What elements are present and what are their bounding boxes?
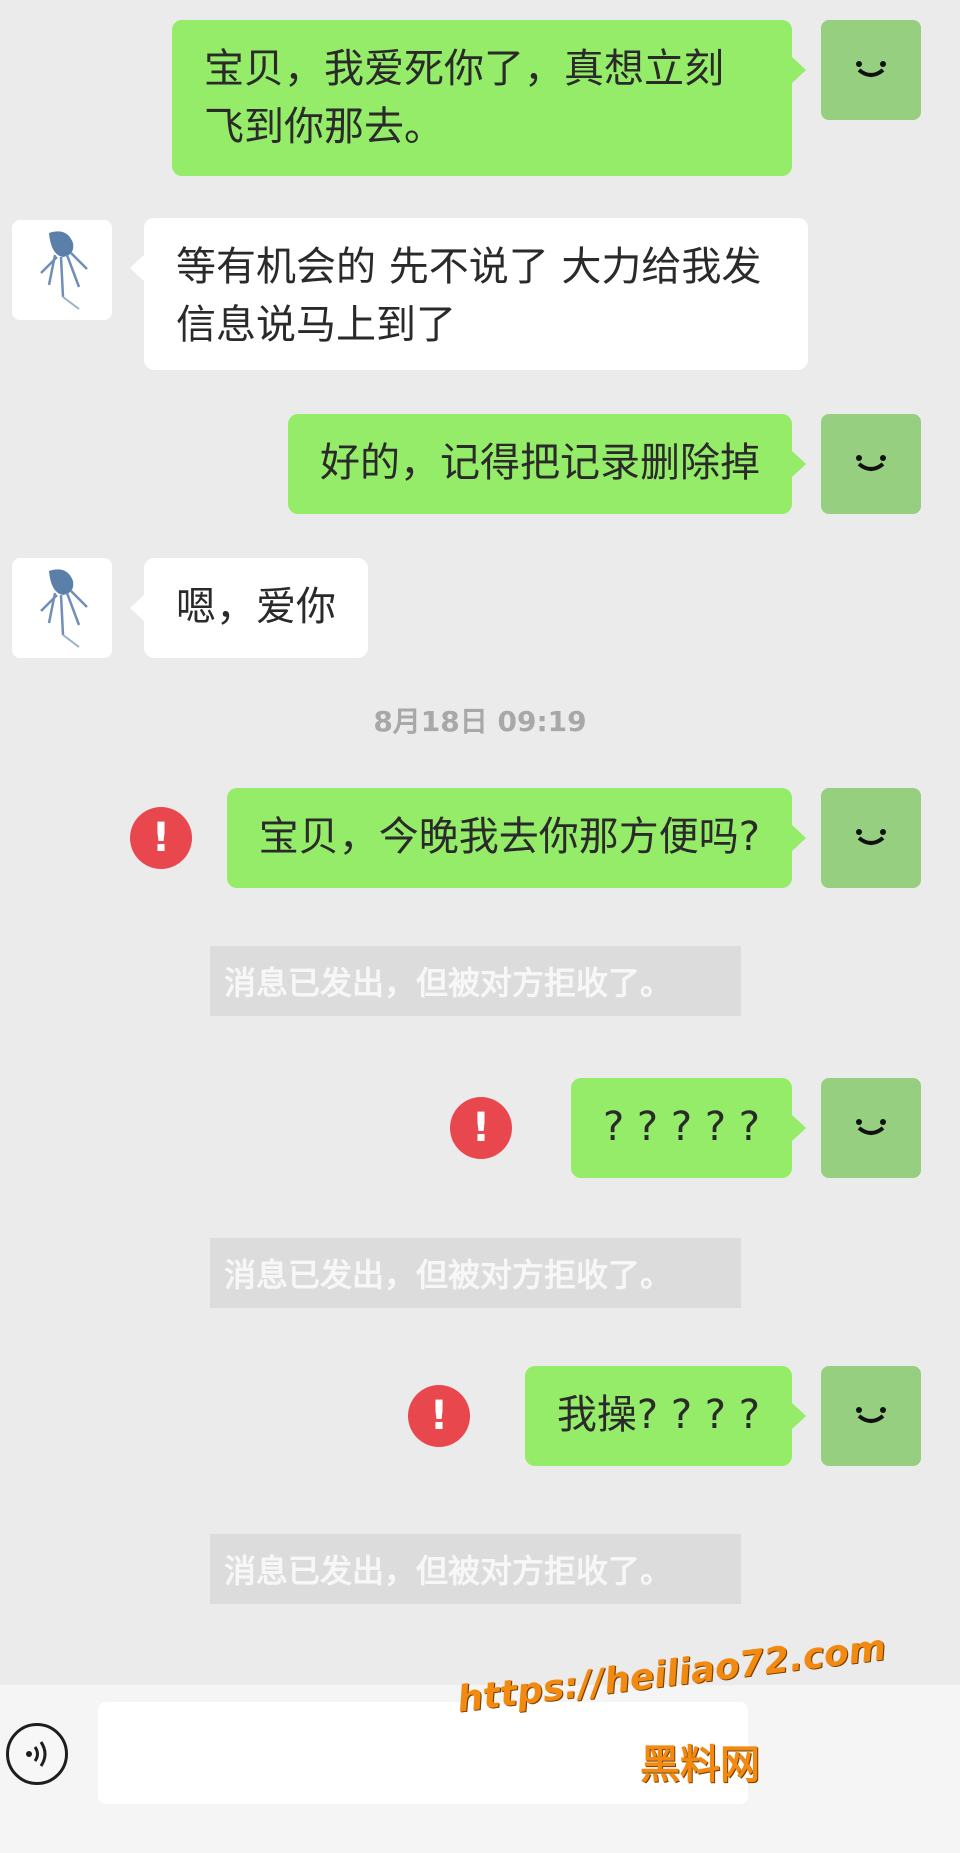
smile-face-icon xyxy=(856,1119,886,1135)
message-bubble[interactable]: 宝贝，我爱死你了，真想立刻飞到你那去。 xyxy=(172,20,806,176)
message-bubble[interactable]: 好的，记得把记录删除掉 xyxy=(288,414,806,514)
contact-avatar[interactable] xyxy=(12,220,112,320)
error-mark: ! xyxy=(151,815,171,861)
error-mark: ! xyxy=(429,1393,449,1439)
message-bubble[interactable]: 宝贝，今晚我去你那方便吗? xyxy=(226,788,807,888)
my-avatar[interactable] xyxy=(821,1078,921,1178)
voice-input-icon xyxy=(26,1741,47,1767)
message-bubble[interactable]: 等有机会的 先不说了 大力给我发信息说马上到了 xyxy=(130,218,808,370)
exclamation-icon[interactable]: ! xyxy=(450,1097,512,1159)
message-bubble[interactable]: 我操? ? ? ? xyxy=(524,1366,807,1466)
chat-area: 宝贝，我爱死你了，真想立刻飞到你那去。 等有机会的 先不说了 大力给我发信息说马… xyxy=(0,0,960,1685)
smile-face-icon xyxy=(856,455,886,471)
jellyfish-avatar-icon xyxy=(40,231,88,310)
jellyfish-avatar-icon xyxy=(40,569,88,648)
rejected-notice: 消息已发出，但被对方拒收了。 xyxy=(210,1534,741,1604)
contact-avatar[interactable] xyxy=(12,558,112,658)
timestamp: 8月18日 09:19 xyxy=(373,705,587,738)
message-bubble[interactable]: ? ? ? ? ? xyxy=(570,1078,807,1178)
voice-input-button[interactable] xyxy=(6,1723,68,1785)
rejected-notice: 消息已发出，但被对方拒收了。 xyxy=(210,1238,741,1308)
message-bubble[interactable]: 嗯，爱你 xyxy=(130,558,368,658)
exclamation-icon[interactable]: ! xyxy=(408,1385,470,1447)
rejected-notice: 消息已发出，但被对方拒收了。 xyxy=(210,946,741,1016)
smile-face-icon xyxy=(856,1407,886,1423)
watermark-name: 黑料网 xyxy=(640,1742,760,1788)
smile-face-icon xyxy=(856,61,886,77)
my-avatar[interactable] xyxy=(821,20,921,120)
smile-face-icon xyxy=(856,829,886,845)
error-mark: ! xyxy=(471,1105,491,1151)
my-avatar[interactable] xyxy=(821,1366,921,1466)
my-avatar[interactable] xyxy=(821,414,921,514)
exclamation-icon[interactable]: ! xyxy=(130,807,192,869)
my-avatar[interactable] xyxy=(821,788,921,888)
